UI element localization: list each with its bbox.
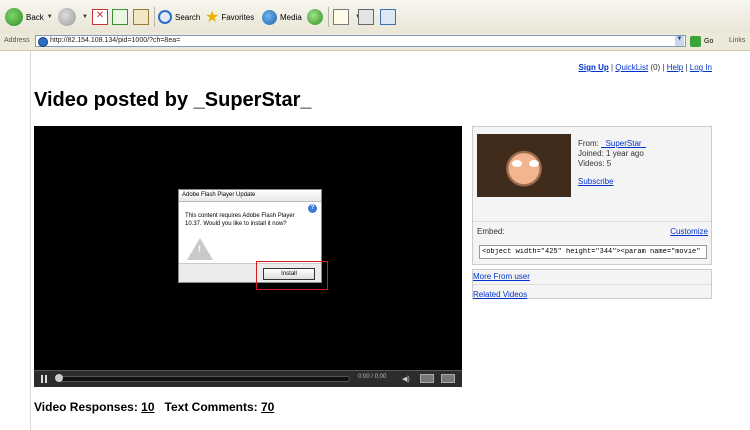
- mail-button[interactable]: ▼: [333, 6, 361, 28]
- go-button[interactable]: Go: [690, 36, 713, 47]
- signup-link[interactable]: Sign Up: [579, 63, 609, 72]
- star-icon: ★: [205, 9, 220, 26]
- pause-icon[interactable]: [40, 375, 48, 383]
- uploader-info-box: From: _SuperStar_ Joined: 1 year ago Vid…: [472, 126, 712, 265]
- help-link[interactable]: Help: [667, 63, 683, 72]
- chevron-down-icon[interactable]: ▼: [675, 36, 684, 46]
- home-icon: [133, 9, 149, 25]
- time-display: 0:00 / 0:00: [358, 374, 387, 380]
- back-arrow-icon: [5, 8, 23, 26]
- text-comments-label: Text Comments:: [164, 400, 258, 414]
- media-icon: [262, 9, 277, 25]
- search-label: Search: [175, 12, 201, 22]
- ie-page-icon: [38, 37, 48, 47]
- customize-link[interactable]: Customize: [670, 227, 708, 236]
- screen-size-icon[interactable]: [420, 374, 434, 383]
- subscribe-link[interactable]: Subscribe: [578, 177, 614, 186]
- divider: [473, 284, 711, 285]
- progress-handle[interactable]: [55, 374, 63, 382]
- login-link[interactable]: Log In: [690, 63, 712, 72]
- history-button[interactable]: [307, 6, 326, 28]
- back-label: Back: [26, 12, 44, 22]
- forward-button[interactable]: ▼: [58, 6, 88, 28]
- dialog-title: Adobe Flash Player Update: [179, 190, 321, 202]
- favorites-label: Favorites: [221, 12, 255, 22]
- links-button[interactable]: Links: [729, 37, 745, 44]
- avatar-eye-right: [529, 160, 539, 167]
- edit-button[interactable]: [380, 6, 399, 28]
- mail-icon: [333, 9, 349, 25]
- media-button[interactable]: Media: [262, 6, 302, 28]
- stop-button[interactable]: ✕: [92, 6, 111, 28]
- media-label: Media: [280, 12, 302, 22]
- home-button[interactable]: [133, 6, 152, 28]
- help-icon[interactable]: ?: [308, 204, 317, 213]
- refresh-icon: [112, 9, 128, 25]
- responses-summary: Video Responses: 10 Text Comments: 70: [34, 400, 274, 414]
- page-title: Video posted by _SuperStar_: [34, 89, 312, 111]
- printer-icon: [358, 9, 374, 25]
- browser-toolbar: Back ▼ ▼ ✕ Search ★ Favorites Media ▼: [0, 0, 750, 34]
- joined-text: Joined: 1 year ago: [578, 149, 644, 158]
- player-controls: 0:00 / 0:00 ◀): [34, 370, 462, 387]
- quicklist-count: (0): [650, 63, 661, 72]
- text-comments-count[interactable]: 70: [261, 400, 274, 414]
- embed-label: Embed:: [477, 227, 505, 236]
- refresh-button[interactable]: [112, 6, 131, 28]
- video-responses-label: Video Responses:: [34, 400, 138, 414]
- go-arrow-icon: [690, 36, 701, 47]
- from-label: From:: [578, 139, 599, 148]
- favorites-button[interactable]: ★ Favorites: [205, 6, 254, 28]
- address-url: http://82.154.108.134/pid=1000/?ch=8ea=: [50, 37, 181, 44]
- edit-page-icon: [380, 9, 396, 25]
- video-player[interactable]: Adobe Flash Player Update ? This content…: [34, 126, 462, 387]
- search-icon: [158, 10, 172, 24]
- chevron-down-icon: ▼: [46, 14, 53, 20]
- avatar[interactable]: [477, 134, 571, 197]
- progress-bar[interactable]: [55, 374, 350, 382]
- uploader-details: From: _SuperStar_ Joined: 1 year ago Vid…: [578, 139, 646, 169]
- divider: [473, 221, 711, 222]
- dialog-message: This content requires Adobe Flash Player…: [185, 213, 295, 227]
- quicklist-link[interactable]: QuickList: [615, 63, 648, 72]
- uploader-name-link[interactable]: _SuperStar_: [601, 139, 646, 148]
- embed-code-field[interactable]: [479, 245, 707, 259]
- videos-count: Videos: 5: [578, 159, 612, 168]
- chevron-down-icon: ▼: [82, 14, 88, 20]
- address-label: Address: [4, 37, 30, 44]
- history-icon: [307, 9, 323, 25]
- more-links-box: More From user Related Videos: [472, 269, 712, 299]
- highlight-box: [256, 261, 328, 290]
- search-button[interactable]: Search: [158, 6, 200, 28]
- warning-icon: !: [187, 238, 213, 260]
- fullscreen-icon[interactable]: [441, 374, 455, 383]
- print-button[interactable]: [358, 6, 377, 28]
- back-button[interactable]: Back ▼: [5, 6, 53, 28]
- related-videos-link[interactable]: Related Videos: [473, 290, 527, 299]
- more-from-user-link[interactable]: More From user: [473, 272, 530, 281]
- go-label: Go: [704, 38, 714, 45]
- forward-arrow-icon: [58, 8, 76, 26]
- frame-divider: [30, 51, 31, 430]
- volume-icon[interactable]: ◀): [402, 375, 410, 383]
- avatar-eye-left: [512, 160, 522, 167]
- video-responses-count[interactable]: 10: [141, 400, 154, 414]
- address-input[interactable]: http://82.154.108.134/pid=1000/?ch=8ea= …: [35, 35, 686, 47]
- address-bar: Address http://82.154.108.134/pid=1000/?…: [0, 33, 750, 51]
- stop-icon: ✕: [92, 9, 108, 25]
- account-links: Sign Up | QuickList (0) | Help | Log In: [578, 63, 712, 72]
